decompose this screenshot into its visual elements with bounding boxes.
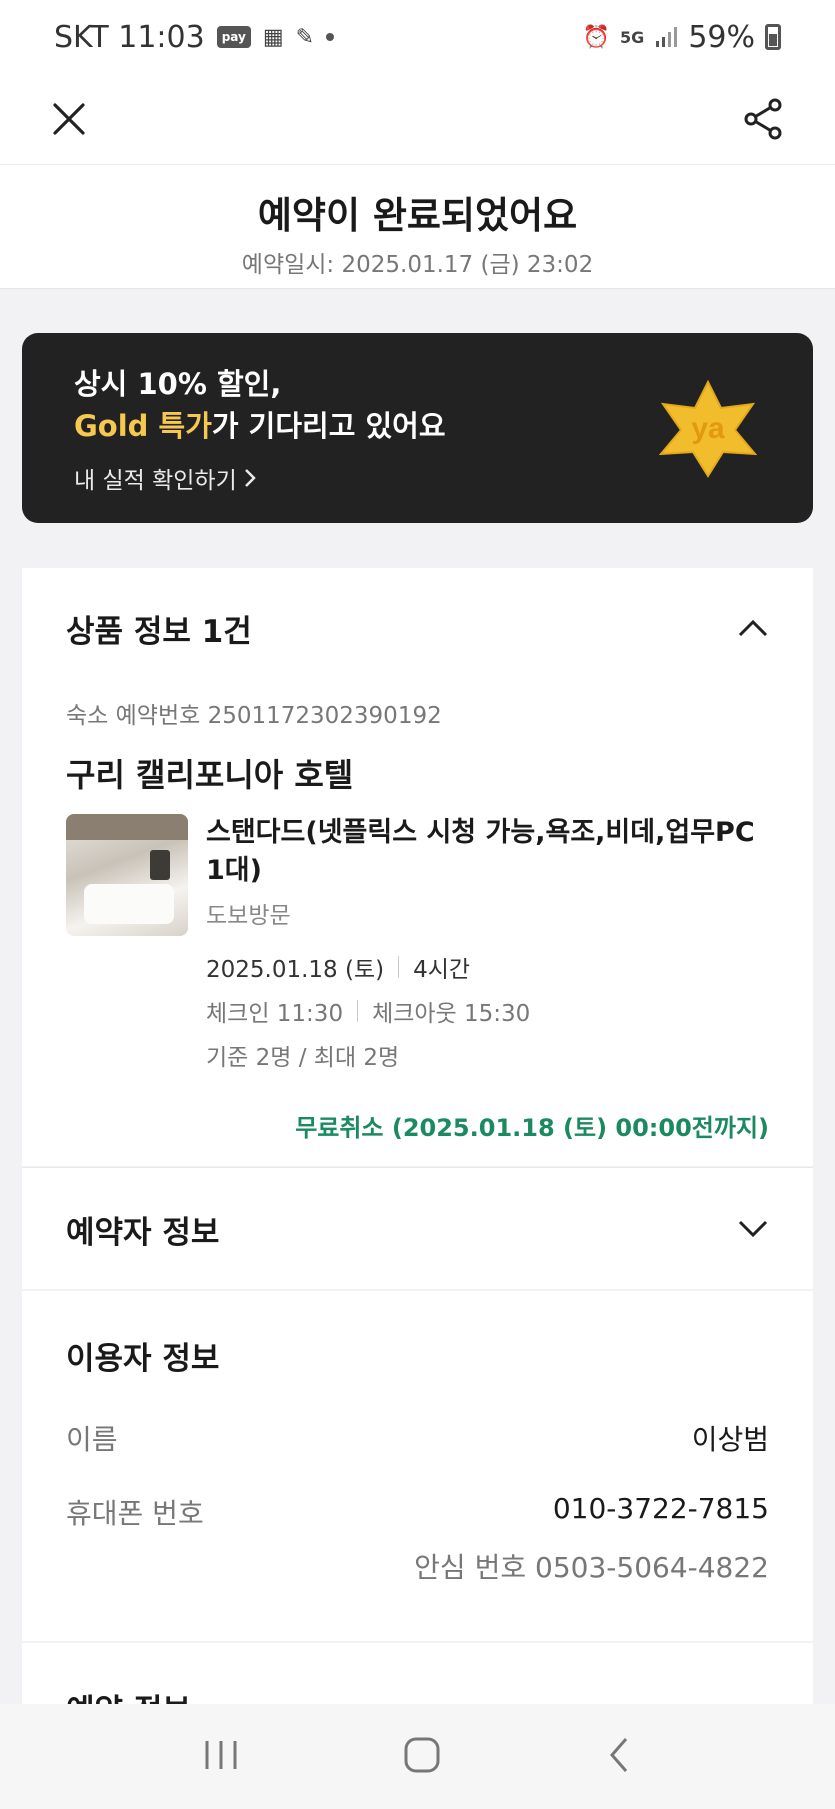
product-info-header[interactable]: 상품 정보 1건 <box>22 568 813 688</box>
chevron-up-icon[interactable] <box>737 618 769 638</box>
page-title: 예약이 완료되었어요 <box>257 194 578 237</box>
reservation-datetime: 예약일시: 2025.01.17 (금) 23:02 <box>241 252 594 278</box>
divider <box>357 1000 359 1022</box>
stay-duration: 4시간 <box>413 957 471 983</box>
banner-gold-text: Gold 특가 <box>74 409 212 443</box>
capacity: 기준 2명 / 최대 2명 <box>206 1045 400 1071</box>
calendar-icon: ▦ <box>262 24 284 50</box>
product-info-card: 상품 정보 1건 숙소 예약번호 2501172302390192 구리 캘리포… <box>22 568 813 1166</box>
battery-icon <box>765 24 781 50</box>
user-info-card: 이용자 정보 이름 이상범 휴대폰 번호 010-3722-7815 안심 번호… <box>22 1291 813 1641</box>
booker-info-title: 예약자 정보 <box>66 1214 220 1251</box>
phone-value: 010-3722-7815 <box>552 1492 769 1525</box>
home-button[interactable] <box>402 1735 442 1779</box>
stay-date: 2025.01.18 (토) <box>206 957 385 983</box>
hotel-name: 구리 캘리포니아 호텔 <box>66 756 354 794</box>
room-thumbnail <box>66 814 188 936</box>
booker-info-card[interactable]: 예약자 정보 <box>22 1167 813 1289</box>
room-info: 스탠다드(넷플릭스 시청 가능,욕조,비데,업무PC 1대) 도보방문 2025… <box>206 814 769 1072</box>
alarm-icon: ⏰ <box>582 24 611 50</box>
booker-info-header[interactable]: 예약자 정보 <box>22 1168 813 1290</box>
logo-text: ya <box>691 412 725 445</box>
name-label: 이름 <box>66 1423 118 1456</box>
back-button[interactable] <box>604 1735 634 1779</box>
close-icon[interactable] <box>50 100 88 138</box>
user-name-row: 이름 이상범 <box>22 1418 813 1458</box>
room-row: 스탠다드(넷플릭스 시청 가능,욕조,비데,업무PC 1대) 도보방문 2025… <box>22 814 813 1072</box>
product-info-title: 상품 정보 1건 <box>66 613 252 650</box>
phone-label: 휴대폰 번호 <box>66 1497 204 1530</box>
app-bar <box>0 74 835 164</box>
pay-icon: pay <box>216 26 251 48</box>
signal-icon <box>654 25 678 49</box>
visit-type: 도보방문 <box>206 903 291 929</box>
check-performance-label: 내 실적 확인하기 <box>74 468 237 494</box>
divider <box>398 956 400 978</box>
network-5g-icon: 5G <box>620 27 645 47</box>
banner-line2-rest: 가 기다리고 있어요 <box>211 409 446 443</box>
recent-apps-button[interactable] <box>201 1737 241 1777</box>
room-name: 스탠다드(넷플릭스 시청 가능,욕조,비데,업무PC 1대) <box>206 817 755 886</box>
user-phone-row: 휴대폰 번호 010-3722-7815 <box>22 1492 813 1532</box>
status-bar: SKT 11:03 pay ▦ ✎ ⏰ 5G 59% <box>0 0 835 74</box>
checkin-time: 체크인 11:30 <box>206 1001 344 1027</box>
gold-star-logo-icon: ya <box>658 379 758 478</box>
reservation-number: 숙소 예약번호 2501172302390192 <box>66 703 442 729</box>
completion-header: 예약이 완료되었어요 예약일시: 2025.01.17 (금) 23:02 <box>0 164 835 289</box>
chevron-right-icon <box>244 469 256 487</box>
name-value: 이상범 <box>691 1423 769 1456</box>
check-row: 체크인 11:30 체크아웃 15:30 <box>206 994 769 1028</box>
share-icon[interactable] <box>741 97 785 141</box>
safe-number: 안심 번호 0503-5064-4822 <box>414 1551 769 1584</box>
user-info-title: 이용자 정보 <box>66 1341 220 1377</box>
feather-icon: ✎ <box>295 24 315 50</box>
checkout-time: 체크아웃 15:30 <box>372 1001 531 1027</box>
battery-percent: 59% <box>688 19 755 55</box>
gold-promo-banner[interactable]: 상시 10% 할인, Gold 특가가 기다리고 있어요 내 실적 확인하기 y… <box>22 333 813 523</box>
date-row: 2025.01.18 (토) 4시간 <box>206 950 769 984</box>
free-cancel-notice: 무료취소 (2025.01.18 (토) 00:00전까지) <box>295 1114 769 1142</box>
chevron-down-icon[interactable] <box>737 1219 769 1239</box>
notification-dot-icon <box>326 33 335 41</box>
carrier-time: SKT 11:03 <box>54 19 205 55</box>
system-nav-bar <box>0 1704 835 1809</box>
